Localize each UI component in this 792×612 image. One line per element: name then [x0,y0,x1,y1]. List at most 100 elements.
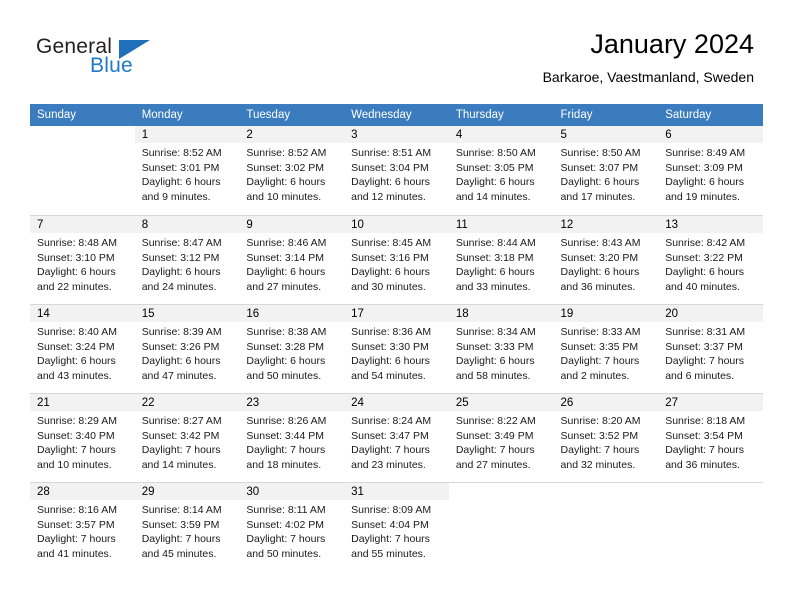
day-details: Sunrise: 8:46 AM Sunset: 3:14 PM Daylight:… [239,233,344,294]
calendar-day-cell[interactable]: 14 Sunrise: 8:40 AM Sunset: 3:24 PM Dayligh… [30,304,135,393]
sunrise-text: Sunrise: 8:52 AM [246,147,327,159]
sunrise-text: Sunrise: 8:38 AM [246,326,327,338]
daylight-text-line1: Daylight: 6 hours [455,266,535,278]
daylight-text-line2: and 32 minutes. [560,458,636,471]
day-details: Sunrise: 8:27 AM Sunset: 3:42 PM Daylight:… [135,411,240,472]
sunset-text: Sunset: 4:04 PM [351,518,429,531]
weekday-header-friday: Friday [553,104,659,126]
daylight-text-line1: Daylight: 7 hours [351,444,430,456]
calendar-cell: 29 Sunrise: 8:14 AM Sunset: 3:59 PM Dayligh… [134,482,240,571]
calendar-day-cell[interactable]: 19 Sunrise: 8:33 AM Sunset: 3:35 PM Dayligh… [553,304,659,393]
weekday-header-tuesday: Tuesday [239,104,345,126]
calendar-day-cell[interactable]: 10 Sunrise: 8:45 AM Sunset: 3:16 PM Dayligh… [344,215,449,304]
calendar-day-cell[interactable]: 29 Sunrise: 8:14 AM Sunset: 3:59 PM Dayligh… [134,482,240,571]
calendar-day-cell[interactable]: 27 Sunrise: 8:18 AM Sunset: 3:54 PM Dayligh… [658,393,763,482]
calendar-day-cell[interactable]: 22 Sunrise: 8:27 AM Sunset: 3:42 PM Dayligh… [134,393,240,482]
sunrise-text: Sunrise: 8:47 AM [141,237,222,249]
daylight-text-line2: and 17 minutes. [560,190,636,203]
sunset-text: Sunset: 3:14 PM [246,251,325,264]
calendar-day-cell[interactable]: 6 Sunrise: 8:49 AM Sunset: 3:09 PM Daylight… [658,126,763,215]
calendar-cell: 5 Sunrise: 8:50 AM Sunset: 3:07 PM Daylight… [553,126,659,215]
calendar-day-cell[interactable]: 13 Sunrise: 8:42 AM Sunset: 3:22 PM Dayligh… [658,215,763,304]
sunset-text: Sunset: 3:01 PM [141,161,220,174]
calendar-day-cell[interactable]: 24 Sunrise: 8:24 AM Sunset: 3:47 PM Dayligh… [344,393,449,482]
daylight-text-line2: and 14 minutes. [455,190,531,203]
sunrise-text: Sunrise: 8:39 AM [141,326,222,338]
sunset-text: Sunset: 3:07 PM [560,161,639,174]
day-details: Sunrise: 8:49 AM Sunset: 3:09 PM Daylight:… [658,143,763,204]
daylight-text-line2: and 9 minutes. [141,190,211,203]
sunrise-text: Sunrise: 8:45 AM [351,237,432,249]
day-details: Sunrise: 8:50 AM Sunset: 3:07 PM Daylight:… [554,143,659,204]
calendar-day-cell[interactable]: 28 Sunrise: 8:16 AM Sunset: 3:57 PM Dayligh… [30,482,135,571]
calendar-week-row: 7 Sunrise: 8:48 AM Sunset: 3:10 PM Daylight… [30,215,763,304]
day-number: 26 [553,394,659,411]
sunset-text: Sunset: 3:04 PM [351,161,429,174]
day-details: Sunrise: 8:22 AM Sunset: 3:49 PM Daylight:… [449,411,554,472]
daylight-text-line1: Daylight: 7 hours [560,444,640,456]
calendar-day-cell[interactable]: 12 Sunrise: 8:43 AM Sunset: 3:20 PM Dayligh… [553,215,659,304]
calendar-day-cell[interactable]: 23 Sunrise: 8:26 AM Sunset: 3:44 PM Dayligh… [239,393,345,482]
calendar-day-cell[interactable]: 9 Sunrise: 8:46 AM Sunset: 3:14 PM Daylight… [239,215,345,304]
page-header: General Blue January 2024 Barkaroe, Vaes… [0,0,792,100]
calendar-cell [30,126,135,215]
calendar-cell: 11 Sunrise: 8:44 AM Sunset: 3:18 PM Dayligh… [448,215,554,304]
sunrise-text: Sunrise: 8:33 AM [560,326,641,338]
calendar-day-cell[interactable]: 7 Sunrise: 8:48 AM Sunset: 3:10 PM Daylight… [30,215,135,304]
sunrise-text: Sunrise: 8:14 AM [141,504,222,516]
sunset-text: Sunset: 3:05 PM [455,161,534,174]
calendar-day-cell[interactable]: 11 Sunrise: 8:44 AM Sunset: 3:18 PM Dayligh… [448,215,554,304]
day-number: 14 [30,305,135,322]
daylight-text-line1: Daylight: 6 hours [141,266,221,278]
day-number: 6 [658,126,763,143]
day-number: 23 [239,394,345,411]
calendar-day-cell[interactable]: 8 Sunrise: 8:47 AM Sunset: 3:12 PM Daylight… [134,215,240,304]
day-details: Sunrise: 8:20 AM Sunset: 3:52 PM Daylight:… [554,411,659,472]
calendar-day-cell[interactable]: 30 Sunrise: 8:11 AM Sunset: 4:02 PM Dayligh… [239,482,345,571]
calendar-day-cell[interactable]: 4 Sunrise: 8:50 AM Sunset: 3:05 PM Daylight… [448,126,554,215]
calendar-day-cell[interactable]: 25 Sunrise: 8:22 AM Sunset: 3:49 PM Dayligh… [448,393,554,482]
sunset-text: Sunset: 3:57 PM [37,518,115,531]
calendar-day-cell[interactable]: 3 Sunrise: 8:51 AM Sunset: 3:04 PM Daylight… [344,126,449,215]
calendar-day-cell[interactable]: 18 Sunrise: 8:34 AM Sunset: 3:33 PM Dayligh… [448,304,554,393]
daylight-text-line1: Daylight: 6 hours [246,266,326,278]
daylight-text-line2: and 12 minutes. [351,190,426,203]
daylight-text-line1: Daylight: 7 hours [455,444,535,456]
daylight-text-line2: and 55 minutes. [351,547,426,560]
calendar-cell: 12 Sunrise: 8:43 AM Sunset: 3:20 PM Dayligh… [553,215,659,304]
page-title: January 2024 [590,29,754,59]
calendar-day-cell[interactable]: 21 Sunrise: 8:29 AM Sunset: 3:40 PM Dayligh… [30,393,135,482]
daylight-text-line2: and 18 minutes. [246,458,322,471]
calendar-day-cell[interactable]: 2 Sunrise: 8:52 AM Sunset: 3:02 PM Daylight… [239,126,345,215]
daylight-text-line2: and 23 minutes. [351,458,426,471]
daylight-text-line1: Daylight: 7 hours [665,444,745,456]
sunset-text: Sunset: 3:09 PM [665,161,743,174]
daylight-text-line1: Daylight: 7 hours [665,355,745,367]
day-details: Sunrise: 8:52 AM Sunset: 3:01 PM Daylight:… [135,143,240,204]
calendar-day-cell[interactable]: 31 Sunrise: 8:09 AM Sunset: 4:04 PM Dayligh… [344,482,449,571]
sunset-text: Sunset: 3:42 PM [141,429,220,442]
sunset-text: Sunset: 3:20 PM [560,251,639,264]
sunrise-text: Sunrise: 8:27 AM [141,415,222,427]
day-number: 1 [134,126,240,143]
calendar-day-cell[interactable]: 15 Sunrise: 8:39 AM Sunset: 3:26 PM Dayligh… [134,304,240,393]
calendar-day-cell[interactable]: 20 Sunrise: 8:31 AM Sunset: 3:37 PM Dayligh… [658,304,763,393]
daylight-text-line2: and 10 minutes. [37,458,112,471]
general-blue-logo[interactable]: General Blue [36,36,176,84]
calendar-day-cell[interactable]: 16 Sunrise: 8:38 AM Sunset: 3:28 PM Dayligh… [239,304,345,393]
day-details: Sunrise: 8:51 AM Sunset: 3:04 PM Daylight:… [344,143,449,204]
calendar-day-cell[interactable]: 17 Sunrise: 8:36 AM Sunset: 3:30 PM Dayligh… [344,304,449,393]
sunrise-text: Sunrise: 8:16 AM [37,504,117,516]
day-details: Sunrise: 8:18 AM Sunset: 3:54 PM Daylight:… [658,411,763,472]
sunrise-text: Sunrise: 8:51 AM [351,147,432,159]
calendar-day-cell[interactable]: 1 Sunrise: 8:52 AM Sunset: 3:01 PM Daylight… [134,126,240,215]
calendar-day-cell[interactable]: 5 Sunrise: 8:50 AM Sunset: 3:07 PM Daylight… [553,126,659,215]
title-block: January 2024 Barkaroe, Vaestmanland, Swe… [543,28,754,86]
sunrise-text: Sunrise: 8:20 AM [560,415,641,427]
daylight-text-line1: Daylight: 7 hours [37,533,116,545]
calendar-day-cell[interactable]: 26 Sunrise: 8:20 AM Sunset: 3:52 PM Dayligh… [553,393,659,482]
calendar-cell: 27 Sunrise: 8:18 AM Sunset: 3:54 PM Dayligh… [658,393,763,482]
sunset-text: Sunset: 3:28 PM [246,340,325,353]
calendar-cell: 23 Sunrise: 8:26 AM Sunset: 3:44 PM Dayligh… [239,393,345,482]
sunrise-text: Sunrise: 8:18 AM [665,415,746,427]
